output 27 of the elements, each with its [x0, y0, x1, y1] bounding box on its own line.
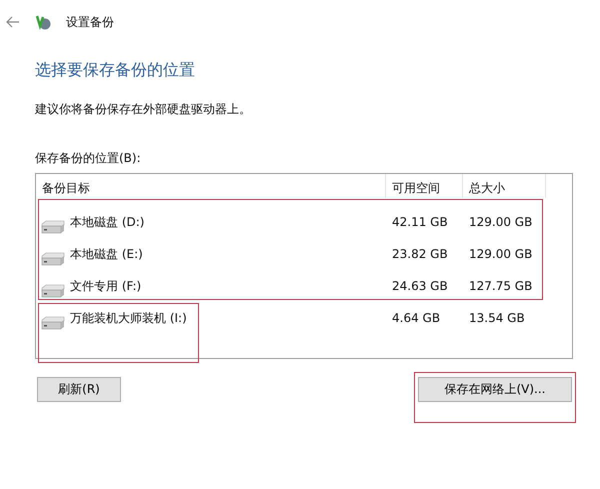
column-header[interactable]: 总大小 — [463, 174, 546, 198]
drive-icon — [40, 252, 66, 266]
description-text: 建议你将备份保存在外部硬盘驱动器上。 — [35, 101, 252, 118]
free-space-cell-text: 42.11 GB — [391, 215, 449, 229]
save-to-network-button[interactable]: 保存在网络上(V)... — [418, 377, 572, 402]
total-size-cell-text: 129.00 GB — [468, 215, 534, 229]
page-heading: 选择要保存备份的位置 — [35, 60, 196, 81]
drive-icon — [40, 284, 66, 298]
free-space-cell-text: 23.82 GB — [391, 247, 449, 261]
drive-icon — [40, 316, 66, 330]
list-label: 保存备份的位置(B): — [35, 150, 142, 167]
drive-name[interactable]: 本地磁盘 (D:) — [70, 214, 144, 230]
refresh-button[interactable]: 刷新(R) — [37, 377, 121, 402]
total-size-cell-text: 13.54 GB — [468, 311, 526, 325]
free-space-cell-text: 24.63 GB — [391, 279, 449, 293]
total-size-cell-text: 129.00 GB — [468, 247, 534, 261]
free-space-cell-text: 4.64 GB — [391, 311, 442, 325]
drive-name[interactable]: 本地磁盘 (E:) — [70, 246, 143, 262]
drive-name[interactable]: 文件专用 (F:) — [70, 278, 142, 294]
window-title: 设置备份 — [66, 14, 114, 30]
column-header[interactable]: 备份目标 — [36, 174, 386, 198]
column-header[interactable]: 可用空间 — [386, 174, 463, 198]
drive-name[interactable]: 万能装机大师装机 (I:) — [70, 310, 187, 326]
back-arrow-icon[interactable] — [6, 16, 20, 28]
backup-app-icon — [34, 13, 52, 31]
drive-icon — [40, 220, 66, 234]
total-size-cell-text: 127.75 GB — [468, 279, 534, 293]
